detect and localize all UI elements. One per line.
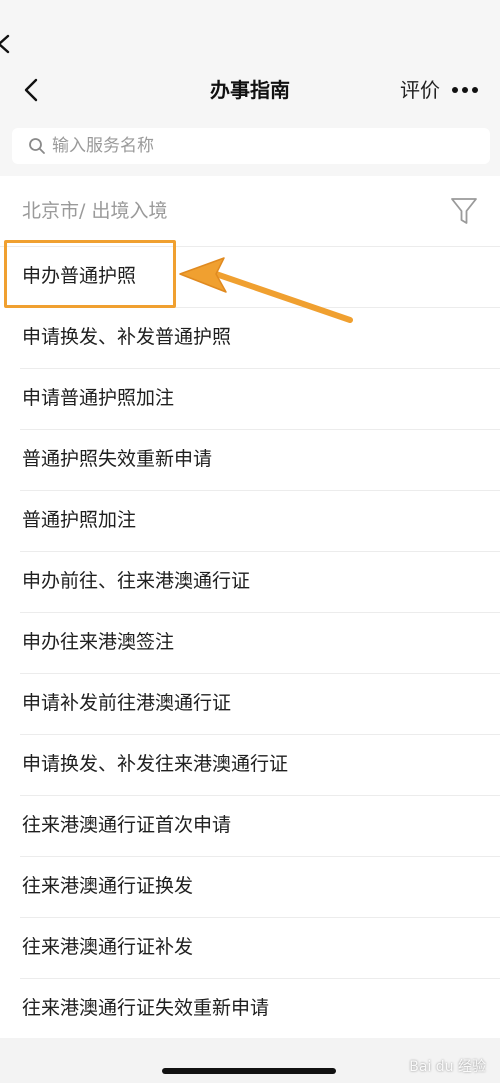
list-item[interactable]: 往来港澳通行证补发 xyxy=(20,918,500,979)
service-list: 申办普通护照 申请换发、补发普通护照 申请普通护照加注 普通护照失效重新申请 普… xyxy=(0,247,500,1040)
list-item[interactable]: 普通护照失效重新申请 xyxy=(20,430,500,491)
more-dots-icon[interactable] xyxy=(450,76,480,104)
list-item-label: 往来港澳通行证首次申请 xyxy=(22,814,232,836)
navigation-bar: 办事指南 评价 xyxy=(0,64,500,116)
list-item[interactable]: 往来港澳通行证首次申请 xyxy=(20,796,500,857)
list-item-label: 申请普通护照加注 xyxy=(22,387,175,409)
list-item[interactable]: 申请换发、补发往来港澳通行证 xyxy=(20,735,500,796)
list-item[interactable]: 往来港澳通行证失效重新申请 xyxy=(20,979,500,1040)
list-item[interactable]: 申请补发前往港澳通行证 xyxy=(20,674,500,735)
watermark: Bai du 经验 xyxy=(409,1059,486,1075)
list-item-label: 申办普通护照 xyxy=(22,265,137,287)
rate-button[interactable]: 评价 xyxy=(400,76,440,104)
list-item-label: 申办往来港澳签注 xyxy=(22,631,175,653)
list-item[interactable]: 申办普通护照 xyxy=(20,247,500,308)
list-item-label: 普通护照加注 xyxy=(22,509,137,531)
search-input[interactable] xyxy=(52,128,472,164)
status-bar xyxy=(0,0,500,64)
list-item-label: 往来港澳通行证补发 xyxy=(22,936,194,958)
list-item[interactable]: 申请普通护照加注 xyxy=(20,369,500,430)
list-item[interactable]: 申办前往、往来港澳通行证 xyxy=(20,552,500,613)
list-item-label: 申请换发、补发普通护照 xyxy=(22,326,232,348)
search-bar xyxy=(0,116,500,176)
breadcrumb[interactable]: 北京市/ 出境入境 xyxy=(22,198,167,224)
list-item[interactable]: 普通护照加注 xyxy=(20,491,500,552)
list-item-label: 申请补发前往港澳通行证 xyxy=(22,692,232,714)
system-back-icon[interactable] xyxy=(0,34,10,54)
bottom-bar: Bai du 经验 xyxy=(0,1038,500,1083)
list-item-label: 普通护照失效重新申请 xyxy=(22,448,213,470)
list-item[interactable]: 申请换发、补发普通护照 xyxy=(20,308,500,369)
list-item[interactable]: 申办往来港澳签注 xyxy=(20,613,500,674)
list-item[interactable]: 往来港澳通行证换发 xyxy=(20,857,500,918)
list-item-label: 申请换发、补发往来港澳通行证 xyxy=(22,753,289,775)
list-item-label: 往来港澳通行证换发 xyxy=(22,875,194,897)
filter-row: 北京市/ 出境入境 xyxy=(0,176,500,247)
search-box[interactable] xyxy=(12,128,490,164)
list-item-label: 往来港澳通行证失效重新申请 xyxy=(22,997,270,1019)
search-icon xyxy=(29,138,45,154)
list-item-label: 申办前往、往来港澳通行证 xyxy=(22,570,251,592)
home-indicator[interactable] xyxy=(162,1068,336,1074)
funnel-icon[interactable] xyxy=(450,196,478,226)
